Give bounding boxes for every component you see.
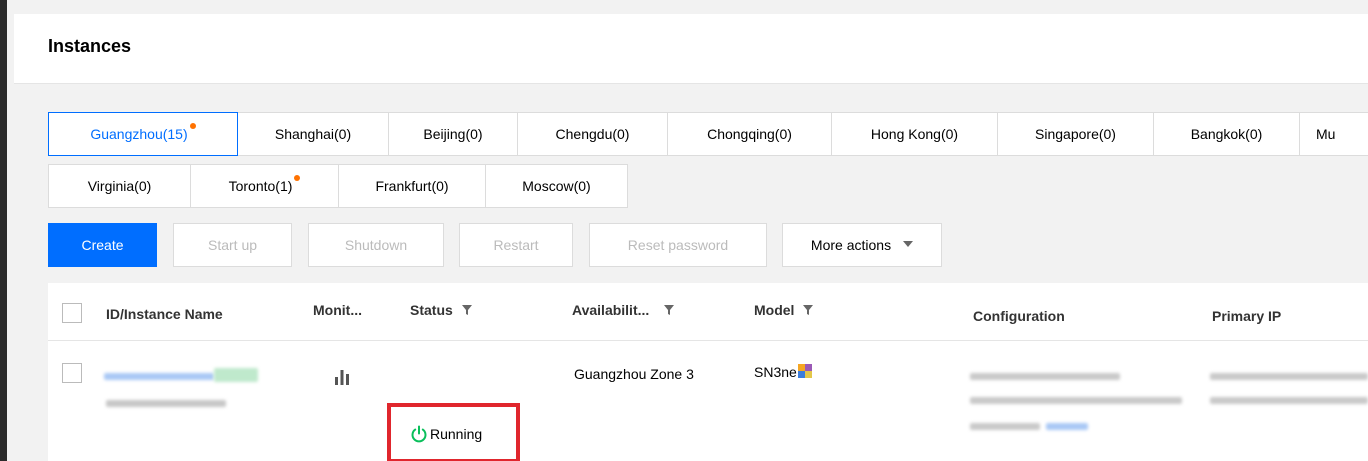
instance-name: [106, 400, 226, 407]
status-running: Running: [410, 425, 482, 443]
status-highlight-box: Running: [387, 403, 520, 461]
region-tab-guangzhou[interactable]: Guangzhou(15): [48, 112, 238, 156]
region-tab-mu[interactable]: Mu: [1299, 112, 1368, 156]
configuration-line: [970, 373, 1120, 380]
region-tab-virginia[interactable]: Virginia(0): [48, 164, 191, 208]
caret-down-icon: [903, 241, 914, 247]
column-header-configuration[interactable]: Configuration: [973, 308, 1065, 324]
region-tab-toronto[interactable]: Toronto(1): [190, 164, 339, 208]
table-row: Running Guangzhou Zone 3 SN3ne: [48, 341, 1368, 461]
page-header: Instances: [14, 14, 1368, 84]
model-badge-icon: [797, 364, 812, 378]
region-tab-shanghai[interactable]: Shanghai(0): [237, 112, 389, 156]
configuration-line: [970, 397, 1182, 404]
column-header-monitoring[interactable]: Monit...: [313, 302, 362, 318]
monitoring-chart-icon[interactable]: [334, 370, 350, 385]
column-header-model[interactable]: Model: [754, 302, 814, 318]
region-tab-chengdu[interactable]: Chengdu(0): [517, 112, 668, 156]
filter-icon[interactable]: [461, 304, 473, 316]
power-icon: [411, 425, 427, 443]
filter-icon[interactable]: [663, 304, 675, 316]
configuration-link[interactable]: [1046, 423, 1088, 430]
region-tab-bangkok[interactable]: Bangkok(0): [1153, 112, 1300, 156]
region-tab-singapore[interactable]: Singapore(0): [997, 112, 1154, 156]
table-header: ID/Instance Name Monit... Status Availab…: [48, 283, 1368, 341]
column-header-primary-ip[interactable]: Primary IP: [1212, 308, 1281, 324]
notification-dot: [294, 175, 301, 181]
region-tab-hong-kong[interactable]: Hong Kong(0): [831, 112, 998, 156]
more-actions-dropdown[interactable]: More actions: [782, 223, 942, 267]
instance-id-link[interactable]: [104, 373, 214, 380]
instance-tag: [214, 368, 258, 382]
shutdown-button[interactable]: Shutdown: [308, 223, 444, 267]
notification-dot: [189, 123, 196, 129]
primary-ip-secondary: [1210, 397, 1368, 404]
reset-password-button[interactable]: Reset password: [589, 223, 767, 267]
select-all-checkbox[interactable]: [62, 303, 82, 323]
column-header-availability[interactable]: Availabilit...: [572, 302, 675, 318]
left-edge-bar: [0, 0, 7, 461]
region-tab-frankfurt[interactable]: Frankfurt(0): [338, 164, 486, 208]
availability-zone: Guangzhou Zone 3: [574, 366, 694, 382]
column-header-id[interactable]: ID/Instance Name: [106, 306, 223, 322]
region-tab-beijing[interactable]: Beijing(0): [388, 112, 518, 156]
model-cell: SN3ne: [754, 364, 812, 380]
column-header-status[interactable]: Status: [410, 302, 473, 318]
create-button[interactable]: Create: [48, 223, 157, 267]
page-title: Instances: [48, 36, 132, 56]
filter-icon[interactable]: [802, 304, 814, 316]
instances-table: ID/Instance Name Monit... Status Availab…: [48, 283, 1368, 461]
region-tab-moscow[interactable]: Moscow(0): [485, 164, 628, 208]
restart-button[interactable]: Restart: [459, 223, 573, 267]
primary-ip: [1210, 373, 1368, 380]
configuration-line: [970, 423, 1040, 430]
start-up-button[interactable]: Start up: [173, 223, 292, 267]
region-tab-chongqing[interactable]: Chongqing(0): [667, 112, 832, 156]
row-checkbox[interactable]: [62, 363, 82, 383]
